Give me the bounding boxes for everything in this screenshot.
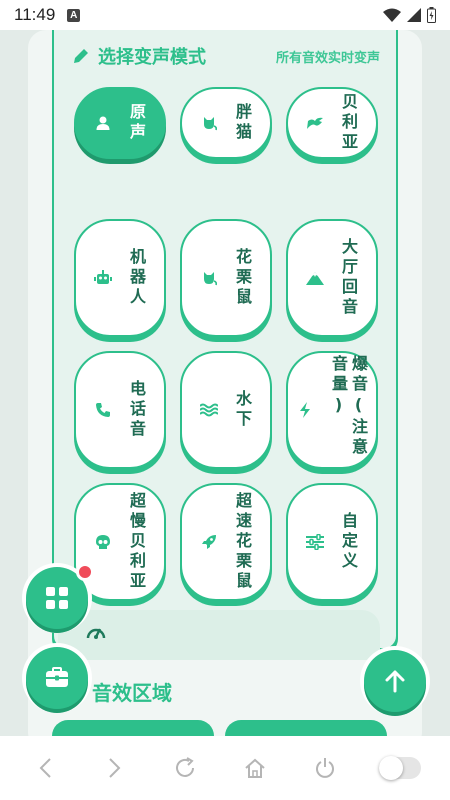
person-icon <box>94 114 112 132</box>
mode-button-underwater[interactable]: 水下 <box>180 351 272 469</box>
mode-label: 自定义 <box>339 512 358 572</box>
section-header: 选择变声模式 <box>72 43 206 69</box>
home-button[interactable] <box>235 748 275 788</box>
effects-section-title: 音效区域 <box>92 681 172 705</box>
back-button[interactable] <box>25 748 65 788</box>
battery-icon <box>427 7 436 23</box>
mode-button-fast-chipmunk[interactable]: 超速花栗鼠 <box>180 483 272 601</box>
mode-label: 超慢贝利亚 <box>127 492 146 592</box>
mode-button-fat-cat[interactable]: 胖猫 <box>180 87 272 159</box>
mode-label: 胖猫 <box>233 103 252 143</box>
mode-button-telephone[interactable]: 电话音 <box>74 351 166 469</box>
night-mode-toggle[interactable] <box>375 748 425 788</box>
mode-label: 电话音 <box>127 380 146 440</box>
status-time: 11:49 <box>14 5 56 24</box>
notification-badge <box>76 563 94 581</box>
cat-icon <box>200 114 218 132</box>
mode-button-custom[interactable]: 自定义 <box>286 483 378 601</box>
refresh-icon <box>176 757 194 777</box>
mode-grid: 原声 胖猫 贝利亚 机器人 花栗鼠 大厅回音 电话音 水下 爆音(注意音量) 超… <box>74 87 378 601</box>
mode-button-original[interactable]: 原声 <box>74 87 166 159</box>
mode-label: 原声 <box>127 103 146 143</box>
mode-label: 超速花栗鼠 <box>233 492 252 592</box>
signal-icon <box>407 8 421 22</box>
toggle-track <box>379 756 421 780</box>
bolt-icon <box>296 401 314 419</box>
mode-label: 水下 <box>233 390 252 430</box>
refresh-button[interactable] <box>165 748 205 788</box>
chevron-left-icon <box>39 758 51 778</box>
grid-menu-button[interactable] <box>26 563 94 629</box>
forward-button[interactable] <box>95 748 135 788</box>
mode-button-slow-belial[interactable]: 超慢贝利亚 <box>74 483 166 601</box>
phone-icon <box>94 401 112 419</box>
toolbox-button[interactable] <box>26 647 88 709</box>
cat-icon <box>200 269 218 287</box>
mode-button-chipmunk[interactable]: 花栗鼠 <box>180 219 272 337</box>
scroll-to-top-button[interactable] <box>364 650 426 712</box>
mode-label: 贝利亚 <box>339 93 358 153</box>
mode-button-robot[interactable]: 机器人 <box>74 219 166 337</box>
gauge-icon <box>86 628 106 639</box>
rocket-icon <box>200 533 218 551</box>
mode-button-hall-echo[interactable]: 大厅回音 <box>286 219 378 337</box>
toggle-knob <box>379 756 403 780</box>
pencil-icon <box>74 49 88 63</box>
mode-label: 大厅回音 <box>339 238 358 318</box>
effect-tab-right[interactable] <box>225 720 387 736</box>
mode-button-belial[interactable]: 贝利亚 <box>286 87 378 159</box>
mountain-icon <box>306 269 324 287</box>
mode-label: 花栗鼠 <box>233 248 252 308</box>
section-subtitle: 所有音效实时变声 <box>275 51 380 66</box>
mode-label: 爆音(注意音量) <box>329 355 368 458</box>
skull-icon <box>94 533 112 551</box>
power-button[interactable] <box>305 748 345 788</box>
voice-mode-card: 选择变声模式 所有音效实时变声 原声 胖猫 贝利亚 机器人 花栗鼠 大厅回音 电… <box>52 30 398 650</box>
sliders-icon <box>306 533 324 551</box>
arrow-up-icon <box>385 670 405 693</box>
browser-nav-bar <box>0 736 450 800</box>
section-title: 选择变声模式 <box>98 47 206 68</box>
mode-button-distortion[interactable]: 爆音(注意音量) <box>286 351 378 469</box>
robot-icon <box>94 269 112 287</box>
mode-label: 机器人 <box>127 248 146 308</box>
status-icons <box>383 7 436 23</box>
effect-tab-left[interactable] <box>52 720 214 736</box>
speed-strip <box>58 610 380 660</box>
dragon-icon <box>306 114 324 132</box>
status-bar: 11:49 A <box>0 0 450 30</box>
power-icon <box>316 758 334 778</box>
notification-a-icon: A <box>67 8 81 22</box>
home-icon <box>245 758 265 778</box>
app-page: 选择变声模式 所有音效实时变声 原声 胖猫 贝利亚 机器人 花栗鼠 大厅回音 电… <box>0 30 450 736</box>
wifi-icon <box>383 8 401 22</box>
chevron-right-icon <box>109 758 121 778</box>
toolbox-icon <box>46 667 68 687</box>
grid-icon <box>46 587 68 609</box>
water-icon <box>200 401 218 419</box>
